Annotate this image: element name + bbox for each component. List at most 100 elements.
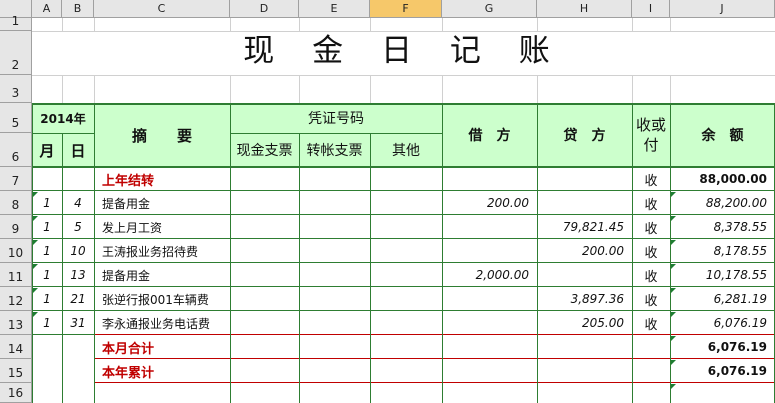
cell-direction[interactable]: 收 bbox=[632, 263, 670, 287]
col-header-B[interactable]: B bbox=[62, 0, 94, 18]
error-indicator-icon bbox=[671, 192, 676, 197]
gridline bbox=[62, 75, 63, 103]
row-header-8[interactable]: 8 bbox=[0, 191, 32, 215]
col-header-C[interactable]: C bbox=[94, 0, 230, 18]
cell-balance[interactable]: 10,178.55 bbox=[670, 263, 775, 287]
row-header-15[interactable]: 15 bbox=[0, 359, 32, 383]
header-balance: 余 额 bbox=[701, 128, 744, 144]
cell-balance[interactable]: 8,178.55 bbox=[670, 239, 775, 263]
col-header-E[interactable]: E bbox=[299, 0, 370, 18]
cell-direction[interactable]: 收 bbox=[632, 239, 670, 263]
col-header-G[interactable]: G bbox=[442, 0, 537, 18]
error-indicator-icon bbox=[33, 288, 38, 293]
cell-summary[interactable]: 提备用金 bbox=[102, 263, 230, 287]
gridline bbox=[537, 75, 538, 103]
cell-debit[interactable]: 200.00 bbox=[442, 191, 537, 215]
cell-credit[interactable]: 3,897.36 bbox=[537, 287, 632, 311]
cell-direction[interactable]: 收 bbox=[632, 167, 670, 191]
cell-day[interactable]: 10 bbox=[62, 239, 94, 263]
gridline bbox=[370, 75, 371, 103]
cell-total-balance[interactable]: 6,076.19 bbox=[670, 335, 775, 359]
cell-direction[interactable]: 收 bbox=[632, 311, 670, 335]
row-header-6[interactable]: 6 bbox=[0, 133, 32, 167]
cell-debit[interactable] bbox=[442, 239, 537, 263]
border-line bbox=[32, 103, 775, 105]
cell-day[interactable]: 21 bbox=[62, 287, 94, 311]
error-indicator-icon bbox=[671, 312, 676, 317]
row-header-12[interactable]: 12 bbox=[0, 287, 32, 311]
cell-credit[interactable]: 79,821.45 bbox=[537, 215, 632, 239]
cell-credit[interactable] bbox=[537, 263, 632, 287]
border-line bbox=[32, 133, 94, 134]
cell-day[interactable] bbox=[62, 167, 94, 191]
cell-month[interactable] bbox=[32, 167, 62, 191]
cell-debit[interactable]: 2,000.00 bbox=[442, 263, 537, 287]
gridline bbox=[230, 75, 231, 103]
error-indicator-icon bbox=[671, 360, 676, 365]
row-header-3[interactable]: 3 bbox=[0, 75, 32, 103]
cell-credit[interactable]: 205.00 bbox=[537, 311, 632, 335]
row-header-7[interactable]: 7 bbox=[0, 167, 32, 191]
cell-balance[interactable]: 88,000.00 bbox=[670, 167, 775, 191]
row-header-2[interactable]: 2 bbox=[0, 31, 32, 75]
page-title: 现 金 日 记 账 bbox=[243, 33, 564, 69]
col-header-A[interactable]: A bbox=[32, 0, 62, 18]
gridline bbox=[442, 75, 443, 103]
row-header-10[interactable]: 10 bbox=[0, 239, 32, 263]
row-header-1[interactable]: 1 bbox=[0, 14, 32, 31]
cell-balance[interactable]: 8,378.55 bbox=[670, 215, 775, 239]
cell-debit[interactable] bbox=[442, 167, 537, 191]
header-debit: 借 方 bbox=[468, 128, 511, 144]
row-header-11[interactable]: 11 bbox=[0, 263, 32, 287]
cell-summary[interactable]: 上年结转 bbox=[102, 167, 230, 191]
header-month: 月 bbox=[39, 141, 55, 160]
cell-summary[interactable]: 王涛报业务招待费 bbox=[102, 239, 230, 263]
cell-direction[interactable]: 收 bbox=[632, 215, 670, 239]
error-indicator-icon bbox=[671, 264, 676, 269]
cell-debit[interactable] bbox=[442, 287, 537, 311]
error-indicator-icon bbox=[671, 336, 676, 341]
cell-total-label[interactable]: 本年累计 bbox=[102, 359, 230, 383]
cell-total-label[interactable]: 本月合计 bbox=[102, 335, 230, 359]
row-header-16[interactable]: 16 bbox=[0, 383, 32, 403]
gridline bbox=[632, 75, 633, 103]
cell-direction[interactable]: 收 bbox=[632, 191, 670, 215]
col-header-I[interactable]: I bbox=[632, 0, 670, 18]
cell-day[interactable]: 5 bbox=[62, 215, 94, 239]
cell-summary[interactable]: 发上月工资 bbox=[102, 215, 230, 239]
error-indicator-icon bbox=[33, 216, 38, 221]
cell-direction[interactable]: 收 bbox=[632, 287, 670, 311]
cell-debit[interactable] bbox=[442, 215, 537, 239]
error-indicator-icon bbox=[671, 384, 676, 389]
cell-total-balance[interactable]: 6,076.19 bbox=[670, 359, 775, 383]
gridline bbox=[670, 75, 671, 103]
col-header-F[interactable]: F bbox=[370, 0, 442, 18]
row-header-9[interactable]: 9 bbox=[0, 215, 32, 239]
header-other: 其他 bbox=[392, 143, 420, 159]
col-header-H[interactable]: H bbox=[537, 0, 632, 18]
cell-day[interactable]: 31 bbox=[62, 311, 94, 335]
cell-summary[interactable]: 提备用金 bbox=[102, 191, 230, 215]
cell-summary[interactable]: 张逆行报001车辆费 bbox=[102, 287, 230, 311]
col-header-J[interactable]: J bbox=[670, 0, 775, 18]
col-header-D[interactable]: D bbox=[230, 0, 299, 18]
header-transfer-check: 转帐支票 bbox=[306, 143, 363, 159]
error-indicator-icon bbox=[671, 240, 676, 245]
row-header-5[interactable]: 5 bbox=[0, 103, 32, 133]
cell-balance[interactable]: 6,076.19 bbox=[670, 311, 775, 335]
cell-credit[interactable]: 200.00 bbox=[537, 239, 632, 263]
header-direction: 收或付 bbox=[636, 116, 667, 154]
error-indicator-icon bbox=[671, 288, 676, 293]
cell-day[interactable]: 13 bbox=[62, 263, 94, 287]
cell-credit[interactable] bbox=[537, 167, 632, 191]
cell-day[interactable]: 4 bbox=[62, 191, 94, 215]
cell-debit[interactable] bbox=[442, 311, 537, 335]
cell-balance[interactable]: 6,281.19 bbox=[670, 287, 775, 311]
cell-summary[interactable]: 李永通报业务电话费 bbox=[102, 311, 230, 335]
gridline bbox=[299, 75, 300, 103]
row-header-14[interactable]: 14 bbox=[0, 335, 32, 359]
cell-credit[interactable] bbox=[537, 191, 632, 215]
cell-balance[interactable]: 88,200.00 bbox=[670, 191, 775, 215]
row-header-13[interactable]: 13 bbox=[0, 311, 32, 335]
header-summary: 摘 要 bbox=[131, 126, 192, 145]
